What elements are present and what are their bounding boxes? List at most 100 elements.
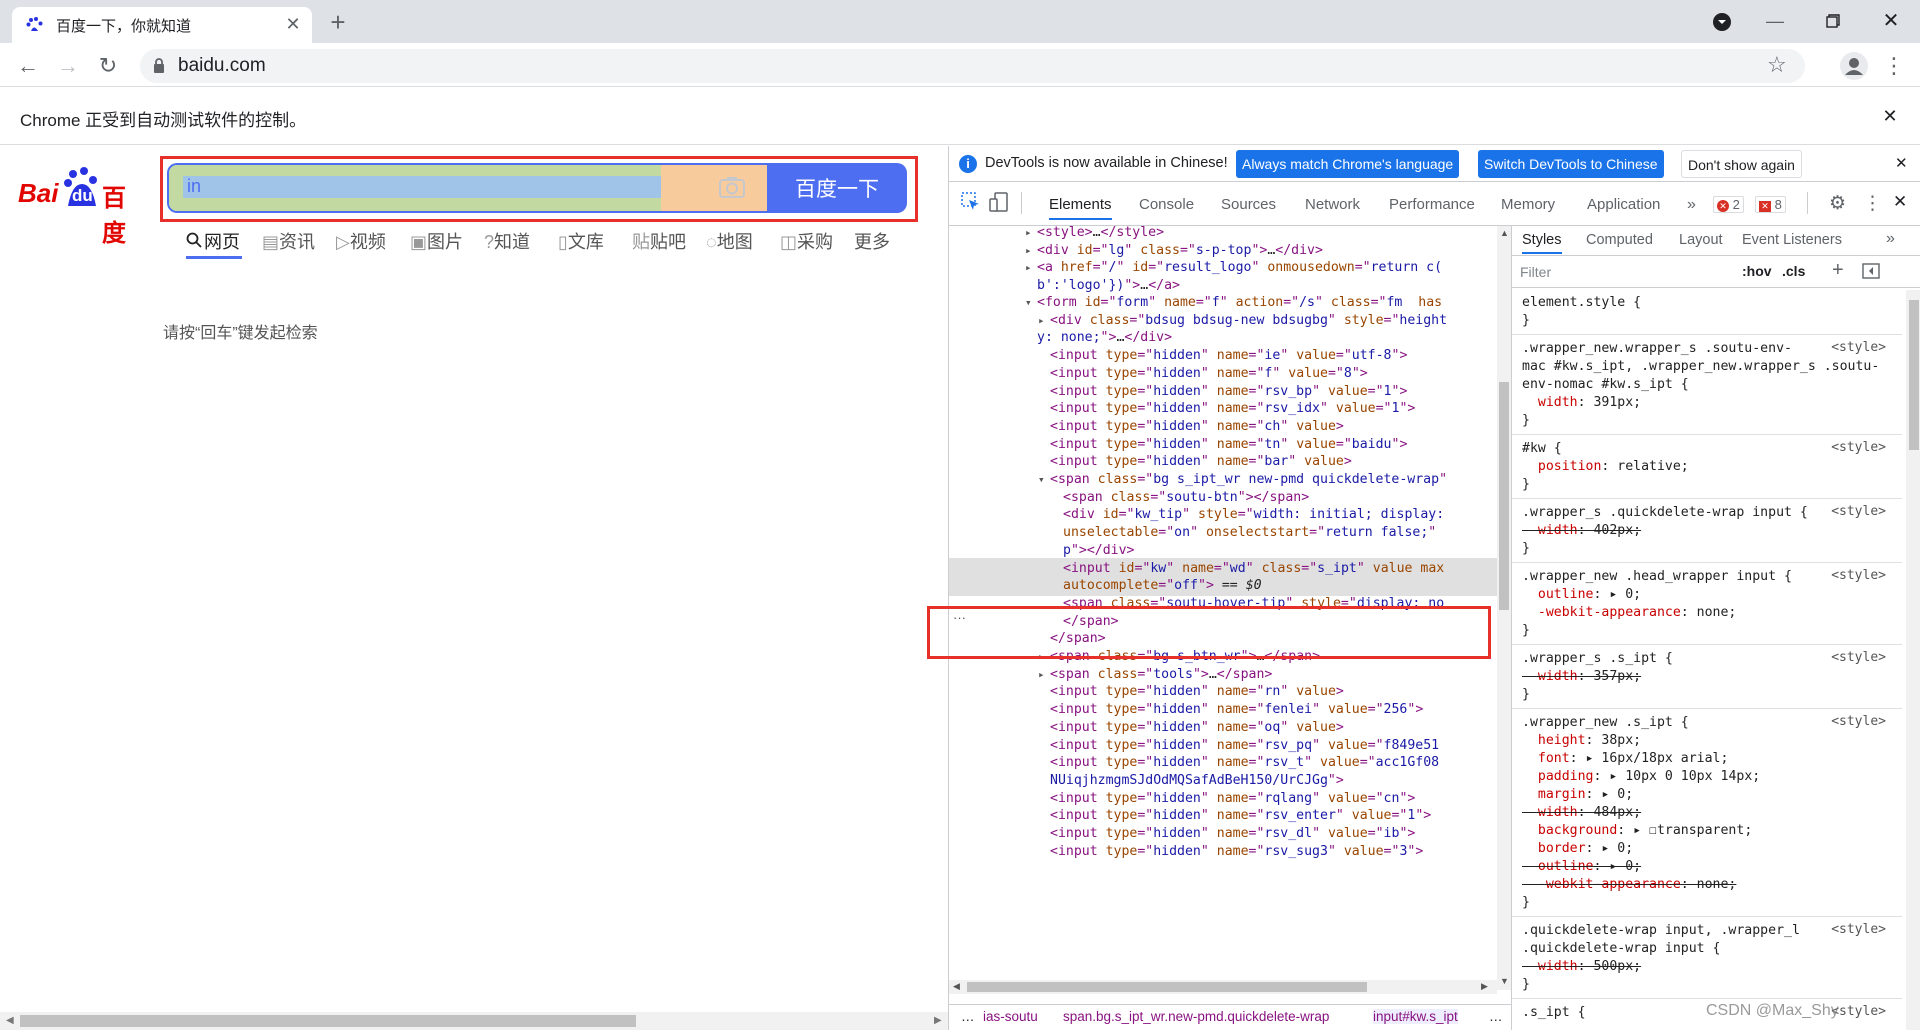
css-declaration[interactable]: -webkit-appearance: none; (1522, 876, 1737, 894)
css-declaration[interactable]: width: 357px; (1522, 668, 1641, 686)
css-declaration[interactable]: font: ▸ 16px/18px arial; (1522, 750, 1729, 768)
css-selector[interactable]: #kw { (1522, 440, 1562, 458)
css-declaration[interactable]: border: ▸ 0; (1522, 840, 1633, 858)
css-selector[interactable]: } (1522, 622, 1530, 640)
styles-vertical-scrollbar[interactable] (1906, 290, 1920, 1030)
styles-filter-input[interactable]: Filter (1520, 264, 1551, 280)
style-source-link[interactable]: <style> (1831, 440, 1886, 455)
camera-icon[interactable] (719, 176, 745, 203)
elements-vertical-scrollbar[interactable]: ▲ ▼ (1497, 226, 1511, 990)
css-declaration[interactable]: height: 38px; (1522, 732, 1641, 750)
style-source-link[interactable]: <style> (1831, 1004, 1886, 1019)
tab-network[interactable]: Network (1305, 190, 1360, 220)
warnings-badge[interactable]: ✕ 8 (1755, 196, 1786, 213)
more-style-tabs-icon[interactable]: » (1886, 230, 1895, 248)
settings-gear-icon[interactable]: ⚙ (1829, 192, 1846, 215)
tab-console[interactable]: Console (1139, 190, 1194, 220)
devtools-menu-icon[interactable]: ⋮ (1863, 192, 1882, 215)
tab-close-icon[interactable]: ✕ (282, 13, 304, 35)
css-selector[interactable]: } (1522, 412, 1530, 430)
nav-item-webpage[interactable]: 网页 (186, 228, 262, 259)
css-declaration[interactable]: outline: ▸ 0; (1522, 858, 1641, 876)
css-selector[interactable]: .wrapper_s .s_ipt { (1522, 650, 1673, 668)
style-source-link[interactable]: <style> (1831, 714, 1886, 729)
tab-computed[interactable]: Computed (1586, 232, 1653, 248)
css-declaration[interactable]: position: relative; (1522, 458, 1689, 476)
nav-item-tieba[interactable]: 贴贴吧 (632, 228, 706, 254)
css-selector[interactable]: } (1522, 312, 1530, 330)
nav-item-video[interactable]: ▷视频 (336, 228, 410, 254)
tab-layout[interactable]: Layout (1679, 232, 1723, 248)
device-toolbar-icon[interactable] (989, 192, 1009, 217)
chrome-menu-icon[interactable]: ⋮ (1880, 52, 1908, 80)
tab-styles[interactable]: Styles (1522, 232, 1562, 254)
bookmark-star-icon[interactable]: ☆ (1767, 52, 1787, 78)
style-source-link[interactable]: <style> (1831, 504, 1886, 519)
nav-item-map[interactable]: ◌地图 (706, 228, 780, 254)
tab-memory[interactable]: Memory (1501, 190, 1555, 220)
css-selector[interactable]: env-nomac #kw.s_ipt { (1522, 376, 1689, 394)
breadcrumb-more[interactable]: … (1489, 1009, 1503, 1024)
inspect-element-icon[interactable] (961, 192, 981, 217)
tab-application[interactable]: Application (1587, 190, 1660, 220)
tab-search-icon[interactable] (1710, 10, 1734, 34)
new-tab-button[interactable]: + (322, 6, 354, 38)
always-match-language-button[interactable]: Always match Chrome's language (1236, 150, 1460, 178)
maximize-icon[interactable] (1818, 6, 1848, 36)
css-selector[interactable]: .wrapper_new .s_ipt { (1522, 714, 1689, 732)
css-declaration[interactable]: outline: ▸ 0; (1522, 586, 1641, 604)
more-tabs-icon[interactable]: » (1687, 196, 1696, 214)
css-selector[interactable]: .wrapper_new .head_wrapper input { (1522, 568, 1792, 586)
css-selector[interactable]: element.style { (1522, 294, 1641, 312)
css-declaration[interactable]: -webkit-appearance: none; (1522, 604, 1737, 622)
infobar-close-icon[interactable]: ✕ (1876, 102, 1904, 130)
styles-rules[interactable]: element.style {} .wrapper_new.wrapper_s .… (1512, 290, 1906, 1030)
style-source-link[interactable]: <style> (1831, 340, 1886, 355)
breadcrumb-more[interactable]: … (961, 1009, 975, 1024)
window-close-icon[interactable]: ✕ (1876, 5, 1906, 35)
browser-tab[interactable]: 百度一下，你就知道 ✕ (12, 7, 312, 43)
css-selector[interactable]: } (1522, 976, 1530, 994)
nav-item-news[interactable]: ▤资讯 (262, 228, 336, 254)
css-selector[interactable]: mac #kw.s_ipt, .wrapper_new.wrapper_s .s… (1522, 358, 1879, 376)
notice-close-icon[interactable]: ✕ (1895, 154, 1908, 172)
css-declaration[interactable]: width: 500px; (1522, 958, 1641, 976)
css-selector[interactable]: } (1522, 540, 1530, 558)
devtools-close-icon[interactable]: ✕ (1893, 192, 1907, 212)
breadcrumb-item-current[interactable]: input#kw.s_ipt (1373, 1009, 1458, 1024)
css-selector[interactable]: .wrapper_new.wrapper_s .soutu-env- (1522, 340, 1792, 358)
tab-sources[interactable]: Sources (1221, 190, 1276, 220)
dont-show-again-button[interactable]: Don't show again (1681, 150, 1802, 178)
back-icon[interactable]: ← (14, 52, 42, 80)
minimize-icon[interactable]: — (1760, 6, 1790, 36)
tab-performance[interactable]: Performance (1389, 190, 1475, 220)
css-selector[interactable]: } (1522, 686, 1530, 704)
css-selector[interactable]: } (1522, 476, 1530, 494)
errors-badge[interactable]: ✕ 2 (1713, 196, 1744, 213)
css-selector[interactable]: .quickdelete-wrap input { (1522, 940, 1721, 958)
style-source-link[interactable]: <style> (1831, 922, 1886, 937)
dom-node-line[interactable]: <input type="hidden" name="rsv_sug3" val… (949, 841, 1497, 862)
css-declaration[interactable]: width: 484px; (1522, 804, 1641, 822)
cls-toggle[interactable]: .cls (1782, 263, 1805, 279)
css-declaration[interactable]: padding: ▸ 10px 0 10px 14px; (1522, 768, 1760, 786)
hov-toggle[interactable]: :hov (1742, 263, 1772, 279)
search-button[interactable]: 百度一下 (767, 163, 907, 213)
page-horizontal-scrollbar[interactable]: ◀ ▶ (0, 1012, 948, 1030)
node-actions-ellipsis[interactable]: ··· (953, 610, 966, 625)
style-source-link[interactable]: <style> (1831, 650, 1886, 665)
nav-item-purchase[interactable]: ◫采购 (780, 228, 854, 254)
css-selector[interactable]: .quickdelete-wrap input, .wrapper_l (1522, 922, 1800, 940)
css-selector[interactable]: } (1522, 894, 1530, 912)
tab-event-listeners[interactable]: Event Listeners (1742, 232, 1842, 248)
breadcrumb-item[interactable]: span.bg.s_ipt_wr.new-pmd.quickdelete-wra… (1063, 1009, 1329, 1024)
search-input[interactable]: in (187, 176, 201, 197)
css-declaration[interactable]: width: 402px; (1522, 522, 1641, 540)
baidu-logo[interactable]: Bai du 百度 (18, 166, 148, 247)
css-declaration[interactable]: margin: ▸ 0; (1522, 786, 1633, 804)
nav-item-wenku[interactable]: ▯文库 (558, 228, 632, 254)
style-source-link[interactable]: <style> (1831, 568, 1886, 583)
breadcrumb-item[interactable]: ias-soutu (983, 1009, 1038, 1024)
toggle-sidebar-icon[interactable] (1862, 263, 1880, 284)
css-selector[interactable]: .s_ipt { (1522, 1004, 1586, 1022)
